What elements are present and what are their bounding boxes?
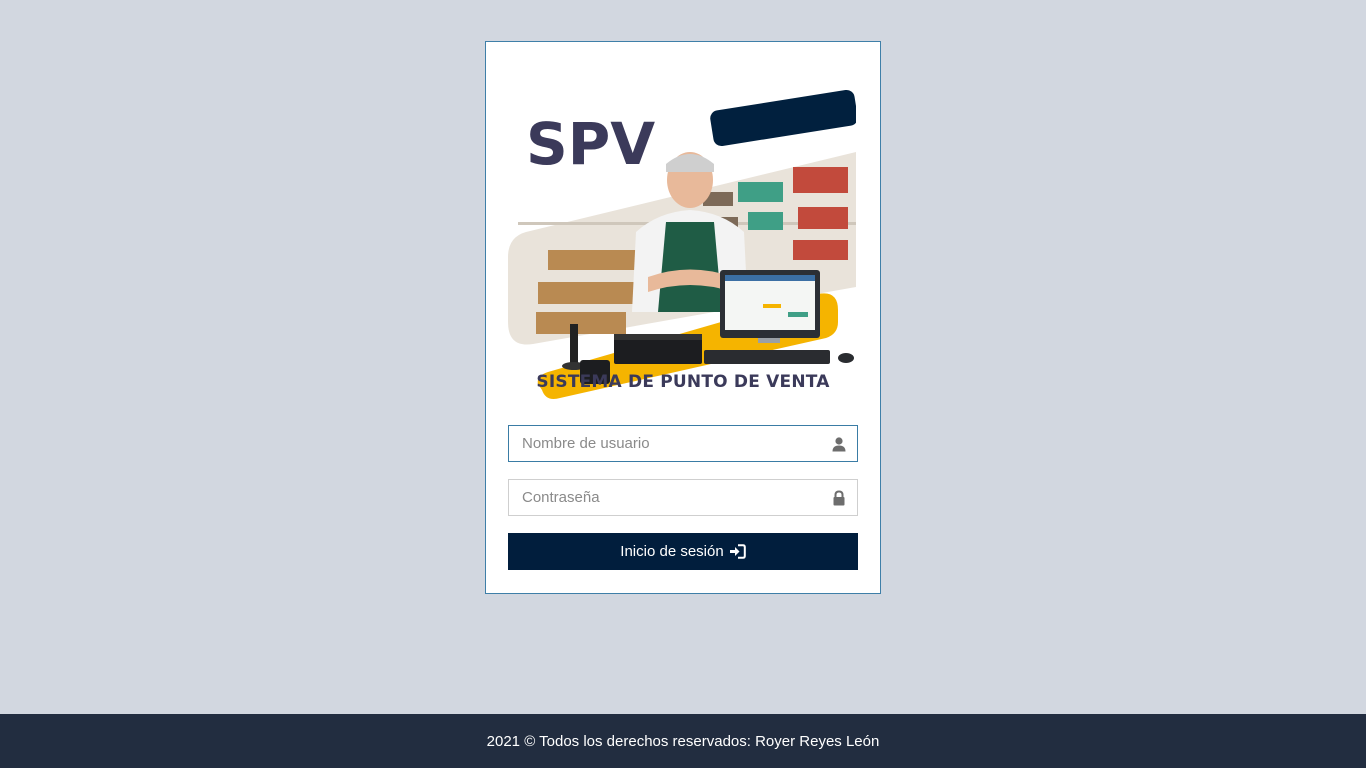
password-field: [508, 479, 858, 516]
login-button-label: Inicio de sesión: [620, 543, 724, 560]
user-icon: [832, 437, 846, 452]
brand-subtitle: SISTEMA DE PUNTO DE VENTA: [536, 372, 830, 392]
sign-in-icon: [729, 544, 746, 559]
hero-illustration: SPV: [508, 72, 856, 404]
username-field: [508, 425, 858, 462]
footer: 2021 © Todos los derechos reservados: Ro…: [0, 714, 1366, 768]
cash-drawer: [614, 334, 702, 364]
logo-text: SPV: [526, 110, 655, 178]
login-button[interactable]: Inicio de sesión: [508, 533, 858, 570]
lock-icon: [833, 490, 845, 506]
pos-monitor: [720, 270, 820, 343]
username-input[interactable]: [509, 426, 857, 461]
login-card: SPV SISTEMA DE PUNTO DE VENTA Inicio de …: [485, 41, 881, 594]
decorative-navy-bar: [710, 89, 856, 147]
footer-copyright: 2021 © Todos los derechos reservados: Ro…: [486, 732, 880, 750]
password-input[interactable]: [509, 480, 857, 515]
keyboard: [704, 350, 830, 364]
mouse: [838, 353, 854, 363]
